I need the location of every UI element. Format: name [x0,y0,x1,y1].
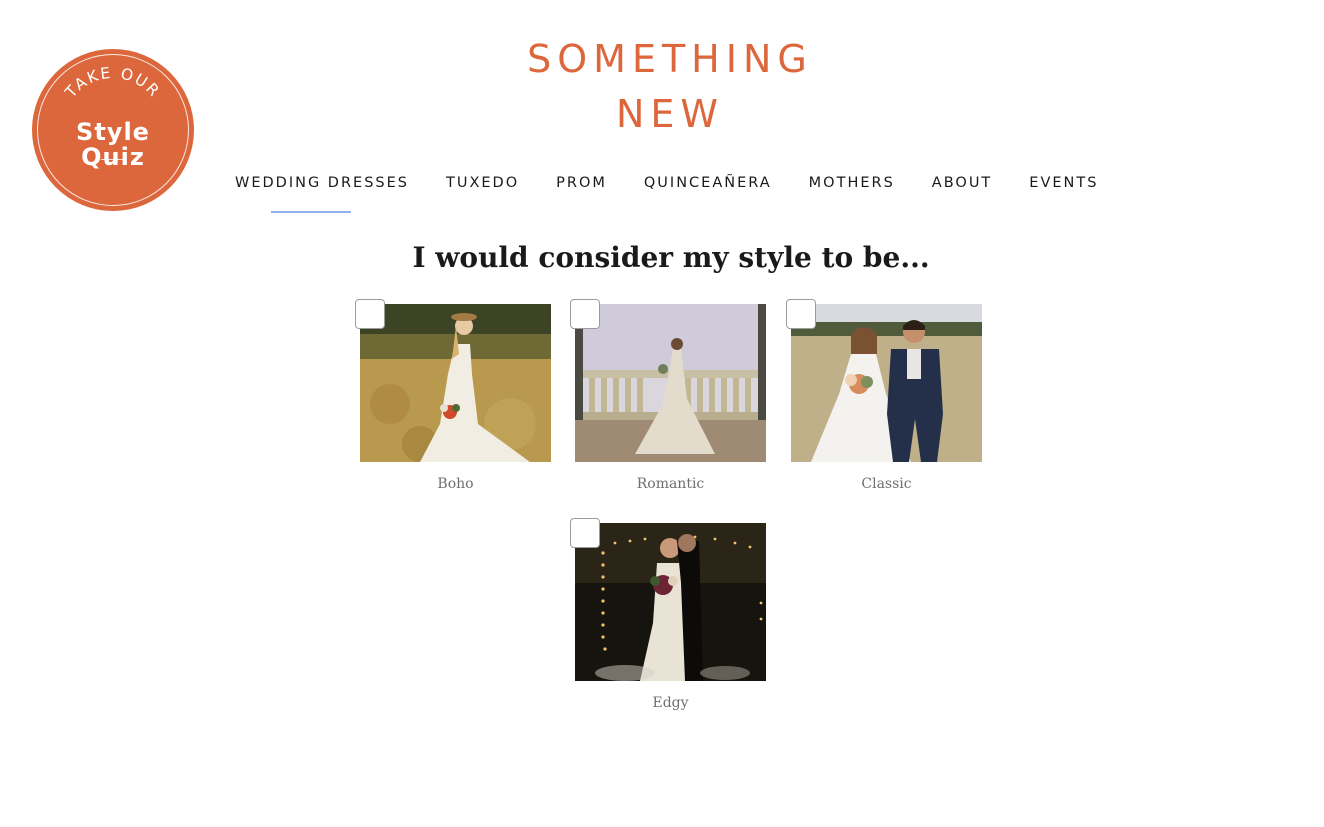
boho-image [360,304,551,462]
nav-prom[interactable]: PROM [556,173,607,193]
romantic-label: Romantic [636,476,705,492]
nav-mothers[interactable]: MOTHERS [809,173,895,193]
nav-events[interactable]: EVENTS [1029,173,1098,193]
badge-line2: Style [76,118,150,146]
site-logo[interactable]: SOMETHING NEW [470,32,870,142]
badge-line3: Quiz [81,143,145,171]
svg-text:TAKE OUR: TAKE OUR [61,64,164,102]
romantic-photo[interactable] [575,304,766,462]
edgy-checkbox[interactable] [570,518,600,548]
classic-image [791,304,982,462]
logo-line1: SOMETHING [527,37,813,81]
romantic-image [575,304,766,462]
boho-label: Boho [437,476,474,492]
classic-checkbox[interactable] [786,299,816,329]
nav-tuxedo[interactable]: TUXEDO [446,173,519,193]
nav-active-indicator [271,211,351,213]
classic-photo[interactable] [791,304,982,462]
logo-line2: NEW [615,92,724,136]
edgy-image [575,523,766,681]
badge-line1: TAKE OUR [61,64,162,102]
boho-checkbox[interactable] [355,299,385,329]
nav-about[interactable]: ABOUT [932,173,993,193]
nav-wedding-dresses[interactable]: WEDDING DRESSES [235,173,409,193]
badge-title: Style Quiz [32,120,194,170]
style-quiz-badge[interactable]: TAKE OUR Style Quiz [32,49,194,211]
classic-label: Classic [861,476,912,492]
edgy-photo[interactable] [575,523,766,681]
romantic-checkbox[interactable] [570,299,600,329]
boho-photo[interactable] [360,304,551,462]
edgy-label: Edgy [652,695,689,711]
nav-quinceanera[interactable]: QUINCEAÑERA [644,173,772,193]
quiz-question: I would consider my style to be... [412,241,930,274]
main-nav: WEDDING DRESSES TUXEDO PROM QUINCEAÑERA … [235,173,1098,193]
